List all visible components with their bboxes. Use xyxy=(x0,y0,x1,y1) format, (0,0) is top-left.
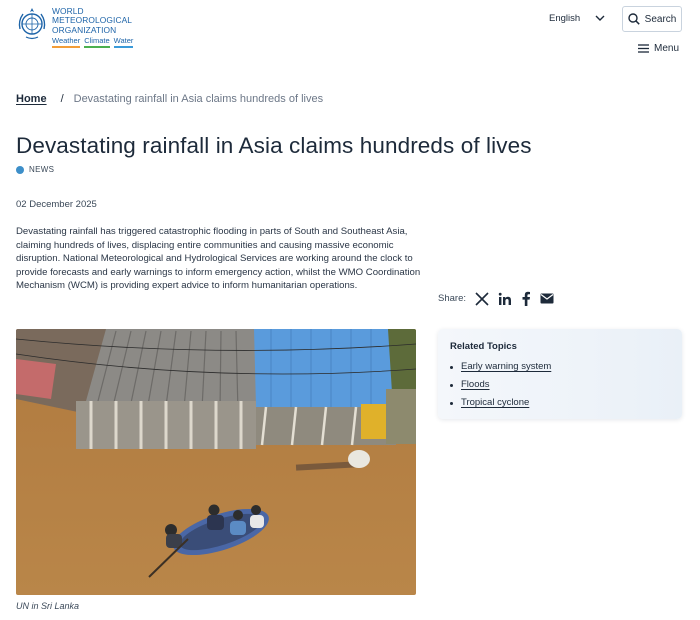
language-label: English xyxy=(549,13,581,24)
related-topic-item: Early warning system xyxy=(450,358,670,376)
wmo-logo[interactable]: WORLD METEOROLOGICAL ORGANIZATION Weathe… xyxy=(16,6,134,49)
logo-wordmark: WORLD METEOROLOGICAL ORGANIZATION xyxy=(52,6,133,35)
hamburger-icon xyxy=(638,44,649,53)
menu-button[interactable]: Menu xyxy=(638,43,679,54)
facebook-icon[interactable] xyxy=(521,291,531,306)
linkedin-icon[interactable] xyxy=(498,292,512,306)
logo-tags: Weather Climate Water xyxy=(52,36,134,49)
logo-tag-climate: Climate xyxy=(84,36,110,49)
search-label: Search xyxy=(644,13,677,25)
menu-label: Menu xyxy=(654,43,680,54)
page-title: Devastating rainfall in Asia claims hund… xyxy=(16,133,532,158)
category-badge-label: NEWS xyxy=(29,165,55,174)
related-topics-panel: Related Topics Early warning system Floo… xyxy=(438,329,682,419)
chevron-down-icon xyxy=(595,15,605,21)
related-topic-link-early-warning[interactable]: Early warning system xyxy=(461,358,551,376)
category-badge[interactable]: NEWS xyxy=(16,165,54,174)
logo-tag-water: Water xyxy=(113,36,134,49)
x-icon[interactable] xyxy=(475,291,489,306)
wmo-emblem-icon xyxy=(18,8,46,40)
breadcrumb: Home / Devastating rainfall in Asia clai… xyxy=(16,93,323,105)
logo-tag-weather: Weather xyxy=(52,36,81,49)
breadcrumb-separator: / xyxy=(60,93,64,105)
badge-dot-icon xyxy=(16,165,24,174)
breadcrumb-current: Devastating rainfall in Asia claims hund… xyxy=(73,93,324,105)
image-caption: UN in Sri Lanka xyxy=(16,601,80,611)
share-label: Share: xyxy=(438,293,466,304)
related-topic-item: Floods xyxy=(450,376,670,394)
hero-image xyxy=(16,329,416,595)
email-icon[interactable] xyxy=(540,293,554,304)
search-icon xyxy=(627,13,640,25)
related-topic-link-floods[interactable]: Floods xyxy=(461,376,490,394)
related-topics-list: Early warning system Floods Tropical cyc… xyxy=(450,358,670,412)
language-selector[interactable]: English xyxy=(549,13,605,24)
related-topic-link-tropical-cyclone[interactable]: Tropical cyclone xyxy=(461,394,529,412)
article-lead: Devastating rainfall has triggered catas… xyxy=(16,226,421,291)
logo-line-3: ORGANIZATION xyxy=(52,24,117,35)
search-button[interactable]: Search xyxy=(622,6,682,32)
related-topic-item: Tropical cyclone xyxy=(450,394,670,412)
share-bar: Share: xyxy=(438,291,563,306)
related-topics-title: Related Topics xyxy=(450,341,517,352)
article-date: 02 December 2025 xyxy=(16,199,97,210)
breadcrumb-home-link[interactable]: Home xyxy=(16,93,47,105)
